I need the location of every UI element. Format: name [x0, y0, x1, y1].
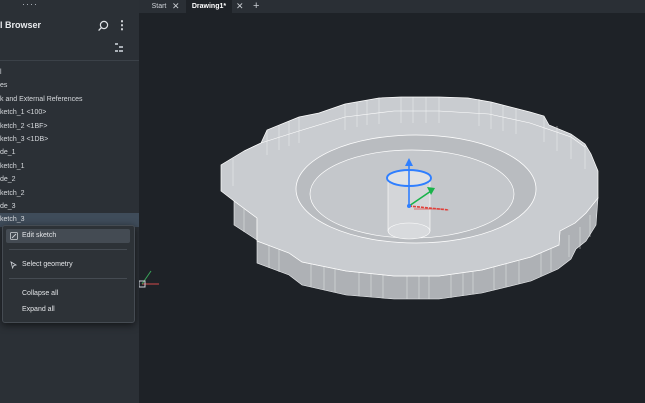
tab-drawing1[interactable]: Drawing1*	[186, 0, 232, 13]
edit-sketch-menu-item[interactable]: Edit sketch	[6, 229, 130, 243]
more-menu-icon[interactable]: ⋮	[116, 19, 128, 32]
model-browser-panel: ···· l Browser ⋮ l es k and External Ref…	[0, 0, 139, 403]
tree-view-icon[interactable]	[114, 42, 124, 53]
select-geometry-menu-item[interactable]: Select geometry	[6, 258, 130, 272]
collapse-all-menu-item[interactable]: Collapse all	[6, 287, 130, 301]
context-menu: Edit sketch Select geometry Collapse all…	[2, 225, 135, 323]
panel-drag-handle[interactable]: ····	[22, 0, 38, 9]
drawing-viewport[interactable]	[139, 13, 645, 403]
expand-all-menu-item[interactable]: Expand all	[6, 303, 130, 317]
tree-item[interactable]: de_1	[0, 146, 139, 159]
document-tab-bar: Start ✕ Drawing1* ✕ +	[139, 0, 645, 13]
tree-item[interactable]: l	[0, 66, 139, 79]
tree-item[interactable]: k and External References	[0, 93, 139, 106]
close-start-tab-icon[interactable]: ✕	[172, 0, 180, 13]
panel-title: l Browser	[0, 20, 42, 30]
search-icon[interactable]	[96, 19, 110, 33]
tree-item[interactable]: de_2	[0, 173, 139, 186]
tree-item[interactable]: de_3	[0, 200, 139, 213]
tree-item[interactable]: ketch_2 <1BF>	[0, 120, 139, 133]
menu-item-label: Edit sketch	[22, 232, 57, 239]
tree-item[interactable]: ketch_1 <100>	[0, 106, 139, 119]
ucs-icon	[139, 270, 159, 288]
menu-separator	[9, 278, 127, 279]
new-tab-icon[interactable]: +	[253, 0, 259, 13]
model-view	[139, 96, 599, 300]
edit-sketch-icon	[10, 232, 18, 240]
menu-separator	[9, 249, 127, 250]
close-drawing-tab-icon[interactable]: ✕	[236, 0, 244, 13]
tree-item[interactable]: ketch_1	[0, 160, 139, 173]
menu-item-label: Select geometry	[22, 261, 73, 268]
tab-start[interactable]: Start	[147, 0, 171, 13]
select-geometry-icon	[10, 261, 18, 269]
panel-divider	[0, 60, 139, 61]
tree-item[interactable]: ketch_2	[0, 187, 139, 200]
browser-tree: l es k and External References ketch_1 <…	[0, 66, 139, 227]
menu-item-label: Expand all	[22, 306, 55, 313]
menu-item-label: Collapse all	[22, 290, 59, 297]
tree-item[interactable]: ketch_3 <1DB>	[0, 133, 139, 146]
tree-item[interactable]: es	[0, 79, 139, 92]
